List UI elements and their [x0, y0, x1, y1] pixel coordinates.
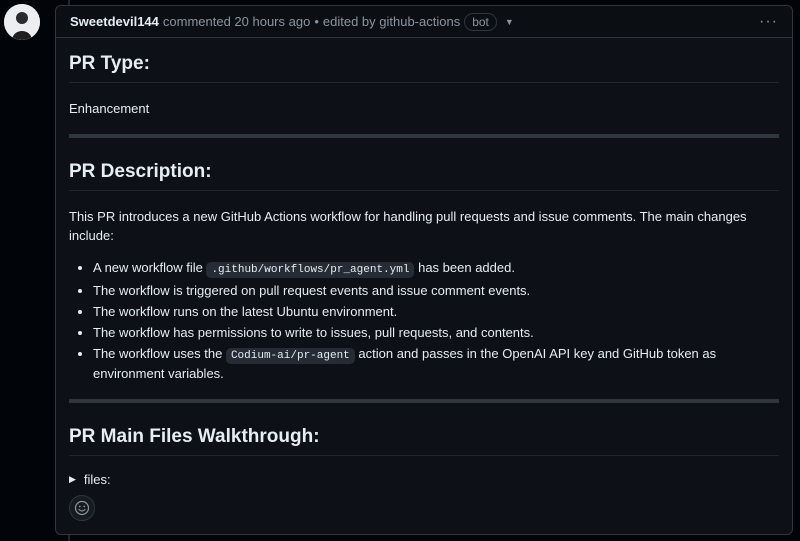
author-link[interactable]: Sweetdevil144	[70, 14, 159, 29]
pr-description-heading: PR Description:	[69, 161, 779, 191]
comment-header: Sweetdevil144 commented 20 hours ago • e…	[56, 6, 792, 38]
chevron-down-icon[interactable]: ▼	[505, 17, 514, 27]
add-reaction-button[interactable]	[69, 495, 95, 521]
pr-type-value: Enhancement	[69, 101, 150, 116]
list-item: A new workflow file .github/workflows/pr…	[93, 259, 779, 279]
triangle-right-icon: ▶	[69, 474, 76, 484]
bot-badge: bot	[464, 12, 497, 31]
pr-description-text: This PR introduces a new GitHub Actions …	[69, 209, 747, 243]
smiley-icon	[74, 500, 90, 516]
files-summary: files:	[83, 472, 111, 487]
list-item: The workflow is triggered on pull reques…	[93, 282, 779, 300]
files-details-toggle[interactable]: ▶ files:	[69, 472, 779, 487]
separator: •	[314, 14, 319, 29]
avatar-image	[4, 4, 40, 40]
pr-type-heading: PR Type:	[69, 53, 779, 83]
changes-list: A new workflow file .github/workflows/pr…	[69, 259, 779, 383]
walkthrough-heading: PR Main Files Walkthrough:	[69, 426, 779, 456]
comment-box: Sweetdevil144 commented 20 hours ago • e…	[55, 5, 793, 535]
list-item: The workflow uses the Codium-ai/pr-agent…	[93, 345, 779, 383]
code-snippet: .github/workflows/pr_agent.yml	[206, 262, 415, 278]
code-snippet: Codium-ai/pr-agent	[225, 348, 355, 364]
kebab-horizontal-icon[interactable]: ···	[759, 13, 778, 31]
divider	[69, 134, 779, 138]
list-item: The workflow has permissions to write to…	[93, 324, 779, 342]
list-item: The workflow runs on the latest Ubuntu e…	[93, 303, 779, 321]
comment-action[interactable]: commented 20 hours ago	[163, 14, 310, 29]
divider	[69, 399, 779, 403]
avatar[interactable]	[4, 4, 40, 40]
edited-by: edited by github-actions	[322, 14, 461, 29]
comment-body: PR Type: Enhancement PR Description: Thi…	[56, 53, 792, 487]
